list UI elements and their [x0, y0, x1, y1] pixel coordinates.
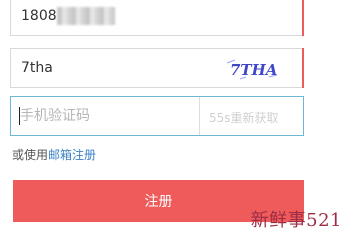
captcha-field[interactable]: 7tha 7THA — [10, 48, 304, 88]
captcha-image-text: 7THA — [230, 61, 277, 79]
alternate-signup-prefix: 或使用 — [12, 148, 49, 162]
phone-field[interactable]: 1808 — [10, 0, 304, 36]
sms-code-input[interactable] — [14, 100, 198, 132]
masked-phone-digits — [57, 7, 115, 25]
email-signup-link[interactable]: 邮箱注册 — [48, 148, 96, 162]
captcha-image[interactable]: 7THA — [225, 57, 279, 81]
field-edge-accent — [302, 48, 304, 88]
resend-code-button[interactable]: 55s重新获取 — [209, 107, 299, 127]
field-edge-accent — [302, 0, 304, 36]
alternate-signup-row: 或使用邮箱注册 — [12, 146, 96, 163]
captcha-field-value: 7tha — [21, 60, 53, 76]
phone-field-value: 1808 — [21, 8, 57, 24]
watermark-text: 新鲜事521 — [250, 210, 342, 231]
sms-field-divider — [199, 97, 200, 135]
sms-code-field[interactable]: 55s重新获取 — [10, 96, 304, 136]
